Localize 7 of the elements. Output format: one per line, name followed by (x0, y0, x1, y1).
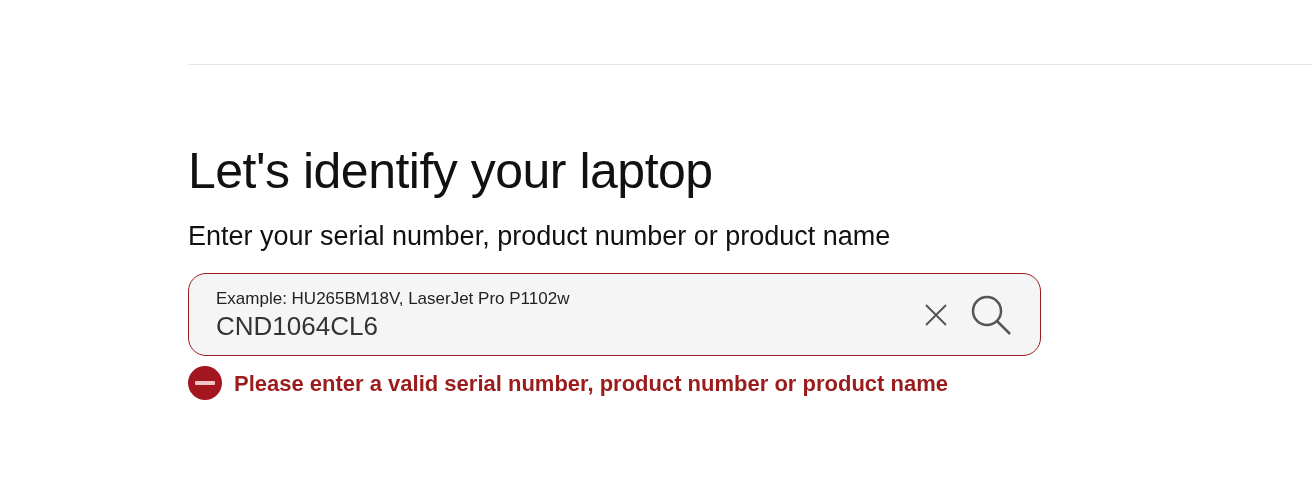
error-message: Please enter a valid serial number, product number or product name (234, 369, 948, 398)
search-field[interactable]: Example: HU265BM18V, LaserJet Pro P1102w CND1064CL6 (188, 273, 1041, 356)
error-icon (188, 366, 222, 400)
page-subheading: Enter your serial number, product number or product name (188, 220, 891, 253)
search-icon[interactable] (970, 293, 1012, 336)
close-icon[interactable] (924, 302, 948, 327)
page-heading: Let's identify your laptop (188, 142, 713, 201)
